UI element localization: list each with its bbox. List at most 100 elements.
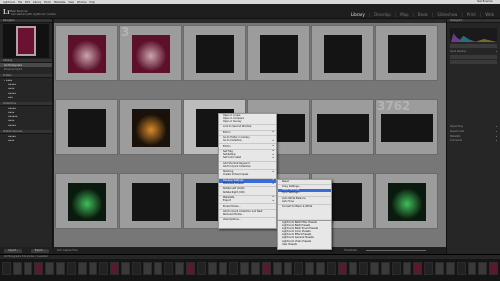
publish-row[interactable]: ▪▪▪▪ (0, 138, 52, 142)
filmstrip-thumb[interactable] (218, 262, 228, 275)
filmstrip-thumb[interactable] (142, 262, 152, 275)
context_menu-item[interactable]: Add to Quick Collection (219, 165, 276, 168)
filmstrip-thumb[interactable] (337, 262, 347, 275)
module-library[interactable]: Library (351, 12, 365, 17)
filmstrip-thumb[interactable] (229, 262, 239, 275)
context_menu-item[interactable]: Remove Photos... (219, 213, 276, 217)
filmstrip-thumb[interactable] (131, 262, 141, 275)
submenu-item[interactable]: Reset (278, 180, 331, 183)
navigator-preview[interactable] (3, 24, 49, 58)
filmstrip-thumb[interactable] (12, 262, 22, 275)
catalog-item-previous[interactable]: Previous Import (0, 67, 52, 71)
module-web[interactable]: Web (485, 12, 494, 17)
filmstrip-thumb[interactable] (380, 262, 390, 275)
filmstrip-thumb[interactable] (348, 262, 358, 275)
context_menu-item[interactable]: Set Color Label ▸ (219, 156, 276, 160)
sort-label[interactable]: Sort: Capture Time (57, 249, 78, 252)
grid-cell[interactable] (311, 99, 374, 155)
grid-cell[interactable] (375, 25, 438, 81)
filmstrip-thumb[interactable] (391, 262, 401, 275)
preset-select[interactable] (450, 44, 497, 48)
filmstrip-thumb[interactable] (110, 262, 120, 275)
filmstrip-thumb[interactable] (251, 262, 260, 275)
import-button[interactable]: Import... (4, 248, 23, 253)
filmstrip-thumb[interactable] (77, 262, 87, 275)
filmstrip-thumb[interactable] (370, 262, 379, 275)
filmstrip-thumb[interactable] (164, 262, 174, 275)
comments-row[interactable]: Comments ◂ (447, 138, 500, 143)
submenu-item[interactable]: Sync Settings... (278, 191, 331, 195)
filmstrip-thumb[interactable] (467, 262, 477, 275)
filmstrip-thumb[interactable] (326, 262, 336, 275)
identity-user-sub[interactable]: Get started with Lightroom mobile (11, 13, 56, 16)
quick-develop-row[interactable]: Quick Develop ◂ (447, 49, 500, 54)
collection-row[interactable]: ▪▪▪▪▪ (0, 123, 52, 127)
preset-select[interactable] (450, 54, 497, 59)
filmstrip-thumb[interactable] (153, 262, 163, 275)
navigator-header[interactable]: Navigator (0, 19, 52, 23)
filmstrip-thumb[interactable] (272, 262, 282, 275)
filmstrip-thumb[interactable] (207, 262, 217, 275)
histogram-header[interactable]: Histogram (447, 19, 500, 23)
filmstrip-thumb[interactable] (45, 262, 55, 275)
module-map[interactable]: Map (400, 12, 408, 17)
export-button[interactable]: Export... (30, 248, 49, 253)
module-book[interactable]: Book (418, 12, 428, 17)
filmstrip-thumb[interactable] (23, 262, 33, 275)
thumbnail-size-slider[interactable] (366, 250, 426, 251)
filmstrip-thumb[interactable] (456, 262, 466, 275)
context_menu-item[interactable]: Lock to Second Window (219, 125, 276, 129)
grid-cell[interactable] (247, 25, 310, 81)
filmstrip-thumb[interactable] (56, 262, 65, 275)
context_menu-item[interactable]: Metadata Presets ▸ (219, 182, 276, 186)
grid-cell[interactable]: 3762 (375, 99, 438, 155)
submenu2-item[interactable]: User Presets (278, 243, 331, 246)
filmstrip-thumb[interactable] (88, 262, 98, 275)
filmstrip-thumb[interactable] (424, 262, 434, 275)
filmstrip-thumb[interactable] (489, 262, 499, 275)
context_menu-item[interactable]: Edit in ▸ (219, 130, 276, 134)
filmstrip-thumb[interactable] (186, 262, 195, 275)
grid-cell[interactable] (375, 173, 438, 229)
module-slideshow[interactable]: Slideshow (437, 12, 457, 17)
folder-row[interactable]: ▪▪▪ (0, 95, 52, 99)
filmstrip-thumb[interactable] (2, 262, 11, 275)
filmstrip-thumb[interactable] (305, 262, 315, 275)
filmstrip-thumb[interactable] (196, 262, 206, 275)
context_menu-item[interactable]: Open in Survey (219, 120, 276, 123)
filmstrip-thumb[interactable] (66, 262, 76, 275)
context_menu-item[interactable]: Go to Collection ▸ (219, 139, 276, 143)
grid-cell[interactable] (311, 25, 374, 81)
menubar-user[interactable]: Neil Bowman (477, 0, 493, 3)
grid-cell[interactable] (119, 173, 182, 229)
submenu-item[interactable]: Convert to Black & White (278, 205, 331, 209)
filmstrip-thumb[interactable] (402, 262, 412, 275)
module-develop[interactable]: Develop (374, 12, 390, 17)
filmstrip-thumb[interactable] (478, 262, 488, 275)
context_menu-item[interactable]: Edit In ▸ (219, 144, 276, 148)
grid-cell[interactable] (55, 173, 118, 229)
filmstrip-thumb[interactable] (175, 262, 185, 275)
filmstrip-thumb[interactable] (413, 262, 423, 275)
filmstrip-thumb[interactable] (435, 262, 444, 275)
grid-cell[interactable] (55, 99, 118, 155)
filmstrip-thumb[interactable] (283, 262, 293, 275)
context_menu-item[interactable]: Rotate Right (CW) (219, 191, 276, 194)
filmstrip-thumb[interactable] (294, 262, 304, 275)
grid-cell[interactable] (55, 25, 118, 81)
context_menu-item[interactable]: Email Photos... (219, 205, 276, 208)
filmstrip-thumb[interactable] (121, 262, 130, 275)
preset-select[interactable] (450, 59, 497, 64)
context_menu-item[interactable]: Export ▸ (219, 199, 276, 203)
filmstrip-thumb[interactable] (99, 262, 109, 275)
submenu-item[interactable]: Auto Tone (278, 200, 331, 203)
filmstrip-thumb[interactable] (34, 262, 44, 275)
grid-cell[interactable] (119, 99, 182, 155)
filmstrip-thumb[interactable] (261, 262, 271, 275)
module-print[interactable]: Print (467, 12, 476, 17)
grid-cell[interactable]: 3 (119, 25, 182, 81)
filmstrip-thumb[interactable] (316, 262, 325, 275)
filmstrip-thumb[interactable] (445, 262, 455, 275)
grid-cell[interactable] (183, 25, 246, 81)
context_menu-item[interactable]: Create Virtual Copies (219, 174, 276, 177)
